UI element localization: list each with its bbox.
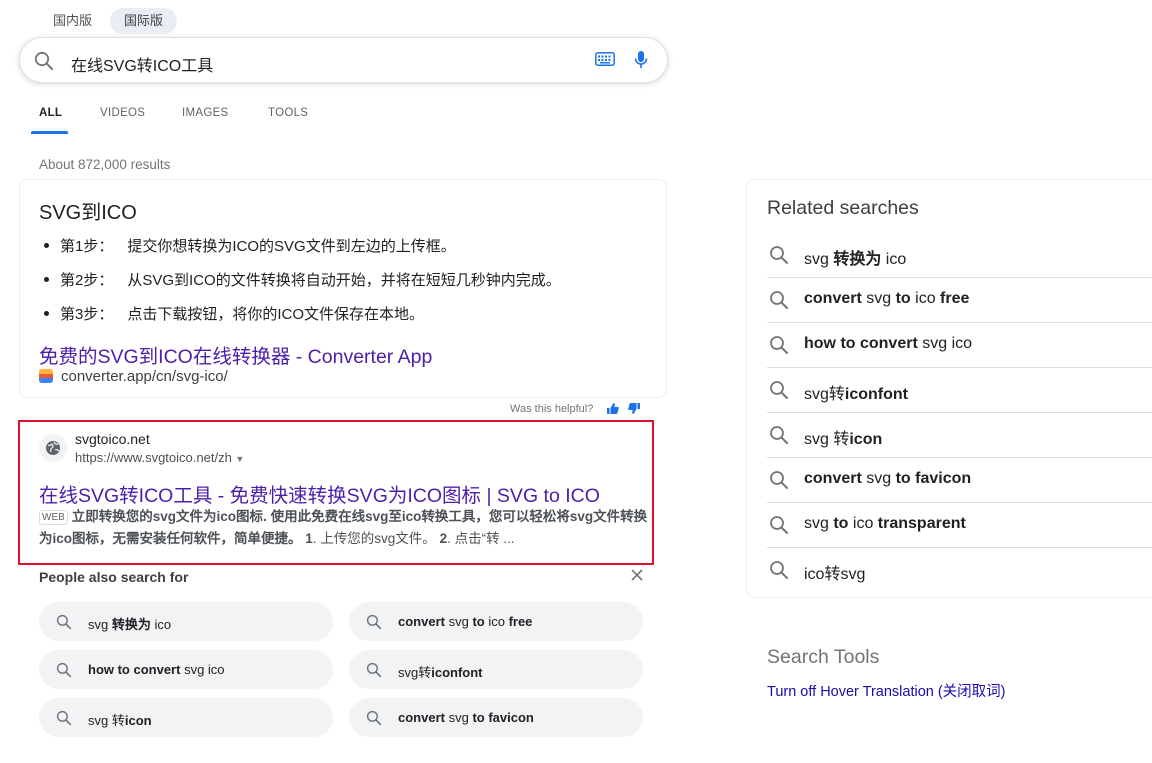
chip-label: svg转iconfont [398,665,483,680]
result-title-link[interactable]: 在线SVG转ICO工具 - 免费快速转换SVG为ICO图标 | SVG to I… [39,479,600,508]
search-icon [56,662,72,681]
search-icon [366,710,382,729]
related-search-label: svg to ico transparent [804,515,966,532]
search-icon [769,470,789,495]
chip-label: convert svg to ico free [398,614,533,629]
snippet-title: SVG到ICO [39,202,137,224]
related-chip[interactable]: svg转iconfont [349,650,643,689]
search-icon [769,245,789,270]
people-also-search-title: People also search for [39,569,189,585]
keyboard-icon[interactable] [595,52,615,71]
chip-label: convert svg to favicon [398,710,534,725]
related-search-item[interactable]: svg转iconfont [767,369,1152,413]
result-description: WEB 立即转换您的svg文件为ico图标. 使用此免费在线svg至ico转换工具… [39,509,648,546]
related-search-item[interactable]: convert svg to ico free [767,279,1152,323]
result-url[interactable]: https://www.svgtoico.net/zh ▼ [75,450,244,465]
search-result: svgtoico.net https://www.svgtoico.net/zh… [18,420,654,565]
search-icon [769,290,789,315]
region-tab-domestic[interactable]: 国内版 [39,8,106,34]
related-chip[interactable]: svg 转换为 ico [39,602,333,641]
snippet-step: 第2步： 从SVG到ICO的文件转换将自动开始，并将在短短几秒钟内完成。 [44,269,561,290]
thumbs-down-icon[interactable] [628,402,641,415]
result-site-name[interactable]: svgtoico.net [75,431,150,447]
close-icon[interactable] [630,568,644,587]
related-search-label: ico转svg [804,566,866,583]
search-icon [769,380,789,405]
converter-app-favicon-icon [39,369,53,383]
search-box[interactable]: 在线SVG转ICO工具 [19,37,668,83]
snippet-link[interactable]: 免费的SVG到ICO在线转换器 - Converter App [39,340,432,369]
related-chip[interactable]: convert svg to ico free [349,602,643,641]
snippet-step: 第1步： 提交你想转换为ICO的SVG文件到左边的上传框。 [44,235,456,256]
chevron-down-icon[interactable]: ▼ [235,454,244,464]
related-search-item[interactable]: ico转svg [767,549,1152,593]
related-searches-title: Related searches [767,197,919,219]
results-count: About 872,000 results [39,157,171,172]
related-search-label: how to convert svg ico [804,335,973,352]
search-icon [769,515,789,540]
related-search-item[interactable]: convert svg to favicon [767,459,1152,503]
related-chip[interactable]: how to convert svg ico [39,650,333,689]
related-search-label: svg 转换为 ico [804,251,907,268]
chip-label: svg 转换为 ico [88,617,172,632]
search-icon [56,614,72,633]
tab-tools[interactable]: TOOLS [268,107,308,119]
search-icon[interactable] [34,51,54,76]
thumbs-up-icon[interactable] [606,402,619,415]
web-badge: WEB [39,510,68,525]
globe-icon [39,434,67,462]
featured-snippet: SVG到ICO 第1步： 提交你想转换为ICO的SVG文件到左边的上传框。 第2步… [19,179,667,398]
related-search-item[interactable]: svg 转icon [767,414,1152,458]
snippet-url[interactable]: converter.app/cn/svg-ico/ [61,368,228,385]
region-tab-international[interactable]: 国际版 [110,8,178,34]
snippet-step: 第3步： 点击下载按钮，将你的ICO文件保存在本地。 [44,303,424,324]
related-search-label: convert svg to favicon [804,470,972,487]
related-search-item[interactable]: svg to ico transparent [767,504,1152,548]
tab-videos[interactable]: VIDEOS [100,107,145,119]
helpful-prompt: Was this helpful? [510,403,594,415]
search-icon [769,425,789,450]
related-search-label: svg转iconfont [804,386,908,403]
hover-translation-link[interactable]: Turn off Hover Translation (关闭取词) [767,680,1006,701]
tab-all[interactable]: ALL [39,107,62,119]
search-tools-title: Search Tools [767,646,880,668]
related-searches-panel: Related searches svg 转换为 ico convert svg … [746,179,1152,598]
related-search-label: svg 转icon [804,431,883,448]
search-icon [366,614,382,633]
search-icon [769,335,789,360]
related-chip[interactable]: svg 转icon [39,698,333,737]
chip-label: svg 转icon [88,713,152,728]
search-icon [56,710,72,729]
microphone-icon[interactable] [634,50,648,75]
related-search-item[interactable]: how to convert svg ico [767,324,1152,368]
search-input[interactable]: 在线SVG转ICO工具 [71,52,213,76]
tab-images[interactable]: IMAGES [182,107,229,119]
related-search-item[interactable]: svg 转换为 ico [767,234,1152,278]
search-icon [769,560,789,585]
related-search-label: convert svg to ico free [804,290,970,307]
chip-label: how to convert svg ico [88,662,225,677]
search-icon [366,662,382,681]
active-tab-indicator [31,131,68,134]
related-chip[interactable]: convert svg to favicon [349,698,643,737]
